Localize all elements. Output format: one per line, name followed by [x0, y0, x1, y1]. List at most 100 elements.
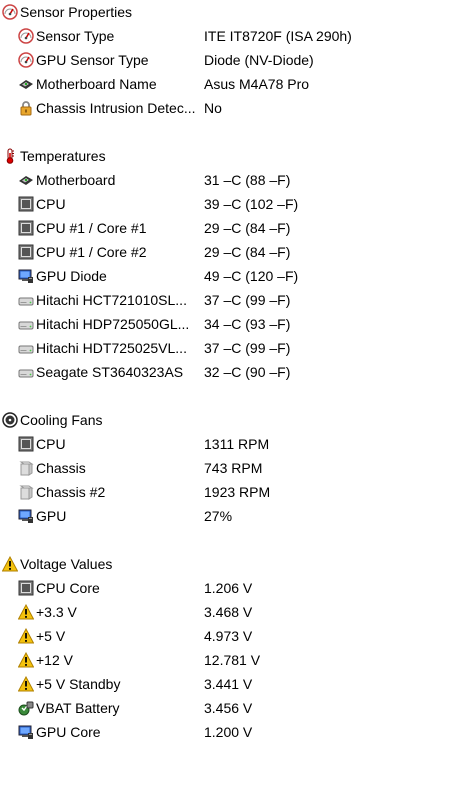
field-value: 1.200 V — [204, 724, 253, 740]
sensor-row[interactable]: Seagate ST3640323AS 32 –C (90 –F) — [0, 360, 454, 384]
field-value: 1311 RPM — [204, 436, 270, 452]
thermometer-icon — [2, 148, 18, 164]
sensor-row[interactable]: CPU #1 / Core #1 29 –C (84 –F) — [0, 216, 454, 240]
hard-drive-icon — [18, 316, 34, 332]
field-value: Asus M4A78 Pro — [204, 76, 310, 92]
field-value: 3.468 V — [204, 604, 253, 620]
section-header-voltage-values[interactable]: Voltage Values — [0, 552, 454, 576]
field-label: VBAT Battery — [36, 700, 120, 716]
hard-drive-icon — [18, 340, 34, 356]
sensor-row[interactable]: Chassis #2 1923 RPM — [0, 480, 454, 504]
gpu-monitor-icon — [18, 508, 34, 524]
field-value: 1923 RPM — [204, 484, 271, 500]
field-value: 39 –C (102 –F) — [204, 196, 299, 212]
field-label: GPU Core — [36, 724, 101, 740]
field-label: +3.3 V — [36, 604, 77, 620]
chassis-case-icon — [18, 484, 34, 500]
field-label: Chassis — [36, 460, 86, 476]
field-label: Hitachi HDT725025VL... — [36, 340, 187, 356]
sensor-row[interactable]: Chassis 743 RPM — [0, 456, 454, 480]
cpu-chip-icon — [18, 196, 34, 212]
field-label: +5 V Standby — [36, 676, 121, 692]
sensor-row[interactable]: Hitachi HDP725050GL... 34 –C (93 –F) — [0, 312, 454, 336]
field-label: Motherboard — [36, 172, 116, 188]
field-label: Hitachi HDP725050GL... — [36, 316, 190, 332]
cpu-chip-icon — [18, 580, 34, 596]
sensor-row[interactable]: CPU 1311 RPM — [0, 432, 454, 456]
section-title: Voltage Values — [20, 556, 113, 572]
field-label: CPU Core — [36, 580, 100, 596]
sensor-row[interactable]: GPU 27% — [0, 504, 454, 528]
sensor-row[interactable]: Sensor Type ITE IT8720F (ISA 290h) — [0, 24, 454, 48]
field-label: Hitachi HCT721010SL... — [36, 292, 187, 308]
sensor-row[interactable]: Chassis Intrusion Detec... No — [0, 96, 454, 120]
field-label: Seagate ST3640323AS — [36, 364, 184, 380]
chassis-case-icon — [18, 460, 34, 476]
field-value: 32 –C (90 –F) — [204, 364, 291, 380]
field-value: 29 –C (84 –F) — [204, 220, 291, 236]
field-label: CPU — [36, 196, 66, 212]
sensor-row[interactable]: CPU 39 –C (102 –F) — [0, 192, 454, 216]
sensor-row[interactable]: Motherboard Name Asus M4A78 Pro — [0, 72, 454, 96]
field-label: GPU Sensor Type — [36, 52, 149, 68]
sensor-row[interactable]: +3.3 V 3.468 V — [0, 600, 454, 624]
field-value: 37 –C (99 –F) — [204, 340, 291, 356]
sensor-gauge-icon — [18, 28, 34, 44]
sensor-row[interactable]: CPU Core 1.206 V — [0, 576, 454, 600]
field-value: No — [204, 100, 222, 116]
field-label: Sensor Type — [36, 28, 115, 44]
sensor-row[interactable]: CPU #1 / Core #2 29 –C (84 –F) — [0, 240, 454, 264]
fan-icon — [2, 412, 18, 428]
section-title: Sensor Properties — [20, 4, 133, 20]
sensor-row[interactable]: GPU Sensor Type Diode (NV-Diode) — [0, 48, 454, 72]
field-label: CPU #1 / Core #2 — [36, 244, 147, 260]
field-label: GPU — [36, 508, 67, 524]
field-value: 3.441 V — [204, 676, 253, 692]
motherboard-icon — [18, 76, 34, 92]
sensor-row[interactable]: +5 V Standby 3.441 V — [0, 672, 454, 696]
field-label: Chassis Intrusion Detec... — [36, 100, 196, 116]
field-label: Chassis #2 — [36, 484, 106, 500]
field-value: 34 –C (93 –F) — [204, 316, 291, 332]
field-value: 49 –C (120 –F) — [204, 268, 299, 284]
warning-triangle-icon — [17, 603, 35, 620]
field-value: 743 RPM — [204, 460, 263, 476]
padlock-icon — [18, 100, 34, 116]
field-value: 3.456 V — [204, 700, 253, 716]
sensor-gauge-icon — [2, 4, 18, 20]
gpu-monitor-icon — [18, 268, 34, 284]
field-value: 12.781 V — [204, 652, 261, 668]
warning-triangle-icon — [1, 555, 19, 572]
sensor-row[interactable]: VBAT Battery 3.456 V — [0, 696, 454, 720]
sensor-gauge-icon — [18, 52, 34, 68]
section-header-temperatures[interactable]: Temperatures — [0, 144, 454, 168]
cpu-chip-icon — [18, 436, 34, 452]
field-label: GPU Diode — [36, 268, 107, 284]
field-value: 31 –C (88 –F) — [204, 172, 291, 188]
field-label: Motherboard Name — [36, 76, 157, 92]
field-label: +5 V — [36, 628, 66, 644]
field-label: +12 V — [36, 652, 73, 668]
field-value: 27% — [204, 508, 233, 524]
sensor-row[interactable]: GPU Core 1.200 V — [0, 720, 454, 744]
section-header-cooling-fans[interactable]: Cooling Fans — [0, 408, 454, 432]
hard-drive-icon — [18, 364, 34, 380]
field-value: 4.973 V — [204, 628, 253, 644]
sensor-row[interactable]: Hitachi HCT721010SL... 37 –C (99 –F) — [0, 288, 454, 312]
field-value: 37 –C (99 –F) — [204, 292, 291, 308]
battery-icon — [18, 700, 34, 716]
sensor-row[interactable]: Motherboard 31 –C (88 –F) — [0, 168, 454, 192]
sensor-row[interactable]: GPU Diode 49 –C (120 –F) — [0, 264, 454, 288]
field-value: ITE IT8720F (ISA 290h) — [204, 28, 352, 44]
cpu-chip-icon — [18, 244, 34, 260]
warning-triangle-icon — [17, 651, 35, 668]
sensor-row[interactable]: +12 V 12.781 V — [0, 648, 454, 672]
section-header-sensor-properties[interactable]: Sensor Properties — [0, 0, 454, 24]
section-title: Temperatures — [20, 148, 106, 164]
section-title: Cooling Fans — [20, 412, 103, 428]
field-label: CPU — [36, 436, 66, 452]
sensor-row[interactable]: +5 V 4.973 V — [0, 624, 454, 648]
sensor-row[interactable]: Hitachi HDT725025VL... 37 –C (99 –F) — [0, 336, 454, 360]
gpu-monitor-icon — [18, 724, 34, 740]
field-value: 1.206 V — [204, 580, 253, 596]
